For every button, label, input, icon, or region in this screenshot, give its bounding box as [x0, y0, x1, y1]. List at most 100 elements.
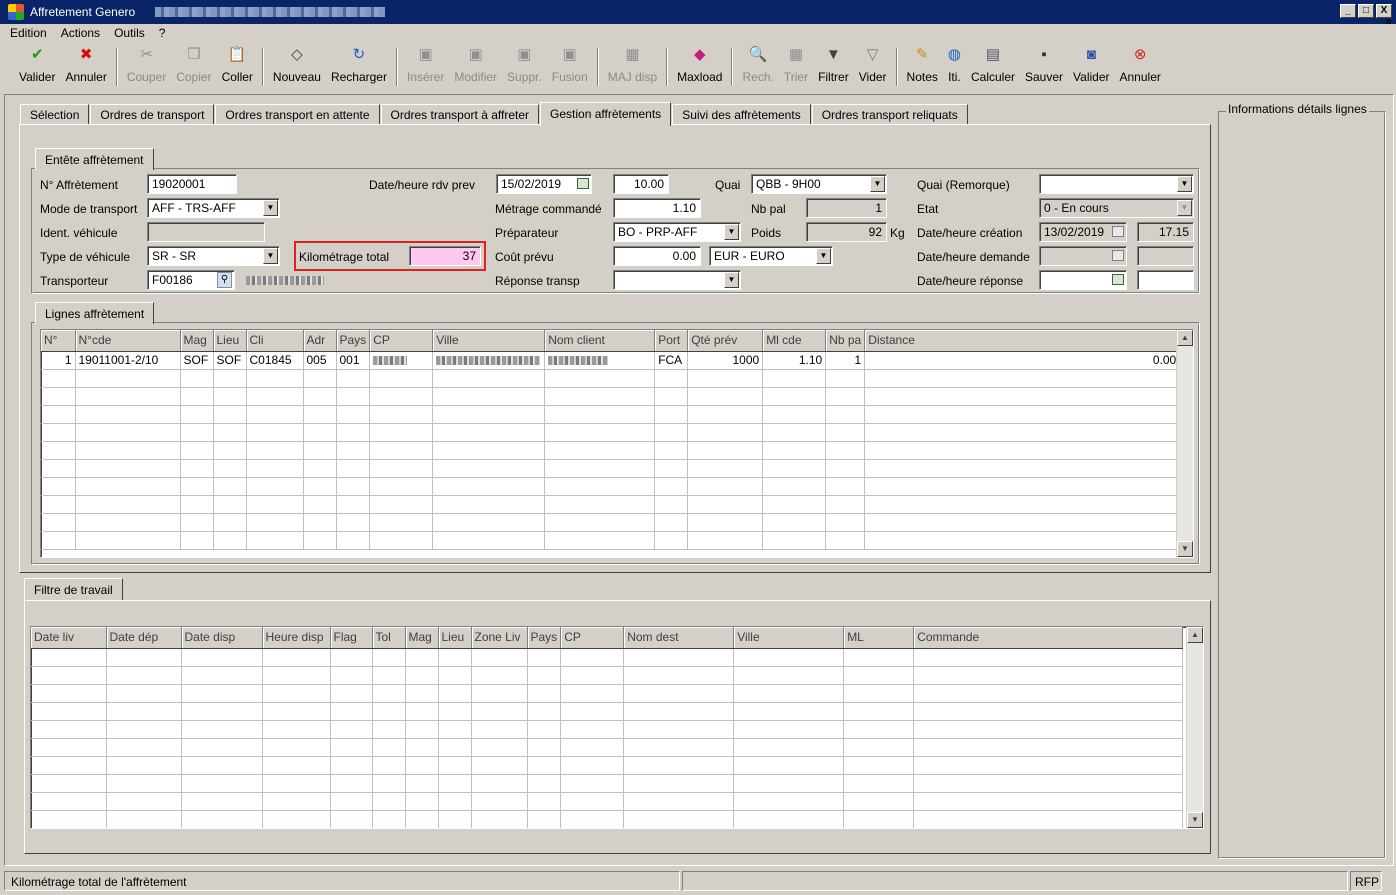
table-cell[interactable]	[825, 477, 866, 496]
table-cell[interactable]	[864, 369, 1181, 388]
table-cell[interactable]	[106, 702, 182, 721]
table-cell[interactable]	[369, 459, 434, 478]
table-cell[interactable]	[762, 531, 827, 550]
table-cell[interactable]	[864, 405, 1181, 424]
reponse-time-field[interactable]	[1137, 270, 1194, 290]
table-cell[interactable]	[471, 702, 528, 721]
table-row[interactable]	[41, 369, 1181, 388]
table-cell[interactable]	[623, 666, 735, 685]
table-cell[interactable]	[913, 774, 1184, 793]
table-cell[interactable]	[913, 702, 1184, 721]
table-cell[interactable]	[31, 684, 107, 703]
table-cell[interactable]	[733, 684, 845, 703]
table-cell[interactable]	[913, 792, 1184, 811]
table-cell[interactable]	[762, 405, 827, 424]
toolbar-copier-button[interactable]: ❐ Copier	[171, 44, 216, 88]
toolbar-maj-disp-button[interactable]: ▦ MAJ disp	[603, 44, 662, 88]
table-cell[interactable]	[687, 513, 764, 532]
table-cell[interactable]	[246, 405, 304, 424]
table-cell[interactable]	[303, 369, 337, 388]
creation-time-field[interactable]: 17.15	[1137, 222, 1194, 242]
dropdown-arrow-icon[interactable]: ▼	[263, 200, 278, 216]
table-cell[interactable]	[654, 513, 689, 532]
table-cell[interactable]	[372, 810, 406, 828]
table-cell[interactable]	[75, 441, 181, 460]
table-cell[interactable]: SOF	[213, 351, 247, 370]
column-header[interactable]: N°	[41, 330, 76, 352]
table-cell[interactable]	[405, 648, 439, 667]
table-cell[interactable]	[733, 738, 845, 757]
table-cell[interactable]	[843, 720, 915, 739]
table-cell[interactable]	[181, 648, 263, 667]
table-cell[interactable]	[369, 423, 434, 442]
column-header[interactable]: Port	[654, 330, 689, 352]
table-cell[interactable]	[544, 495, 656, 514]
table-cell[interactable]	[75, 369, 181, 388]
table-cell[interactable]	[41, 387, 76, 406]
table-cell[interactable]	[623, 792, 735, 811]
table-cell[interactable]	[303, 441, 337, 460]
preparateur-select[interactable]: BO - PRP-AFF ▼	[613, 222, 741, 242]
toolbar-trier-button[interactable]: ▦ Trier	[779, 44, 813, 88]
table-cell[interactable]	[336, 387, 371, 406]
table-cell[interactable]	[303, 531, 337, 550]
table-cell[interactable]	[369, 405, 434, 424]
table-cell[interactable]	[527, 684, 562, 703]
table-cell[interactable]	[560, 774, 625, 793]
tab-3[interactable]: Ordres transport à affreter	[380, 104, 540, 125]
table-cell[interactable]	[303, 423, 337, 442]
menu-edition[interactable]: Edition	[10, 26, 47, 40]
table-cell[interactable]	[330, 702, 373, 721]
table-cell[interactable]	[654, 369, 689, 388]
table-row[interactable]	[31, 702, 1184, 721]
poids-field[interactable]: 92	[806, 222, 887, 242]
table-cell[interactable]	[31, 720, 107, 739]
table-cell[interactable]	[31, 810, 107, 828]
table-cell[interactable]	[405, 684, 439, 703]
maximize-button[interactable]: □	[1358, 4, 1374, 18]
table-cell[interactable]	[687, 405, 764, 424]
demande-date-field[interactable]	[1039, 246, 1127, 266]
column-header[interactable]: ML	[843, 627, 915, 649]
table-cell[interactable]	[180, 495, 214, 514]
table-cell[interactable]	[41, 459, 76, 478]
toolbar-inserer-button[interactable]: ▣ Insérer	[402, 44, 449, 88]
toolbar-notes-button[interactable]: ✎ Notes	[902, 44, 943, 88]
toolbar-overflow-button[interactable]: »	[1385, 14, 1392, 28]
toolbar-iti-button[interactable]: ◍ Iti.	[943, 44, 966, 88]
tab-4[interactable]: Gestion affrètements	[540, 102, 672, 126]
table-cell[interactable]	[843, 810, 915, 828]
table-cell[interactable]	[864, 477, 1181, 496]
column-header[interactable]: Nom dest	[623, 627, 735, 649]
table-cell[interactable]	[181, 684, 263, 703]
table-cell[interactable]	[527, 774, 562, 793]
table-cell[interactable]: 1	[41, 351, 76, 370]
column-header[interactable]: Ville	[733, 627, 845, 649]
column-header[interactable]: Distance	[864, 330, 1181, 352]
table-cell[interactable]	[825, 387, 866, 406]
cout-field[interactable]: 0.00	[613, 246, 701, 266]
table-cell[interactable]	[623, 720, 735, 739]
table-cell[interactable]	[471, 666, 528, 685]
table-cell[interactable]	[31, 648, 107, 667]
toolbar-nouveau-button[interactable]: ◇ Nouveau	[268, 44, 326, 88]
table-cell[interactable]	[75, 387, 181, 406]
table-cell[interactable]	[246, 459, 304, 478]
table-cell[interactable]	[733, 756, 845, 775]
column-header[interactable]: Lieu	[438, 627, 472, 649]
column-header[interactable]: Lieu	[213, 330, 247, 352]
table-cell[interactable]	[213, 459, 247, 478]
table-cell[interactable]	[336, 369, 371, 388]
table-cell[interactable]	[246, 513, 304, 532]
toolbar-fusion-button[interactable]: ▣ Fusion	[547, 44, 593, 88]
demande-time-field[interactable]	[1137, 246, 1194, 266]
scroll-down-icon[interactable]: ▼	[1187, 812, 1203, 828]
table-cell[interactable]	[180, 423, 214, 442]
table-cell[interactable]	[106, 738, 182, 757]
table-cell[interactable]	[623, 648, 735, 667]
rdv-date-field[interactable]: 15/02/2019	[496, 174, 592, 194]
table-cell[interactable]	[41, 441, 76, 460]
table-cell[interactable]	[432, 369, 546, 388]
table-cell[interactable]	[654, 423, 689, 442]
table-row[interactable]	[41, 513, 1181, 532]
